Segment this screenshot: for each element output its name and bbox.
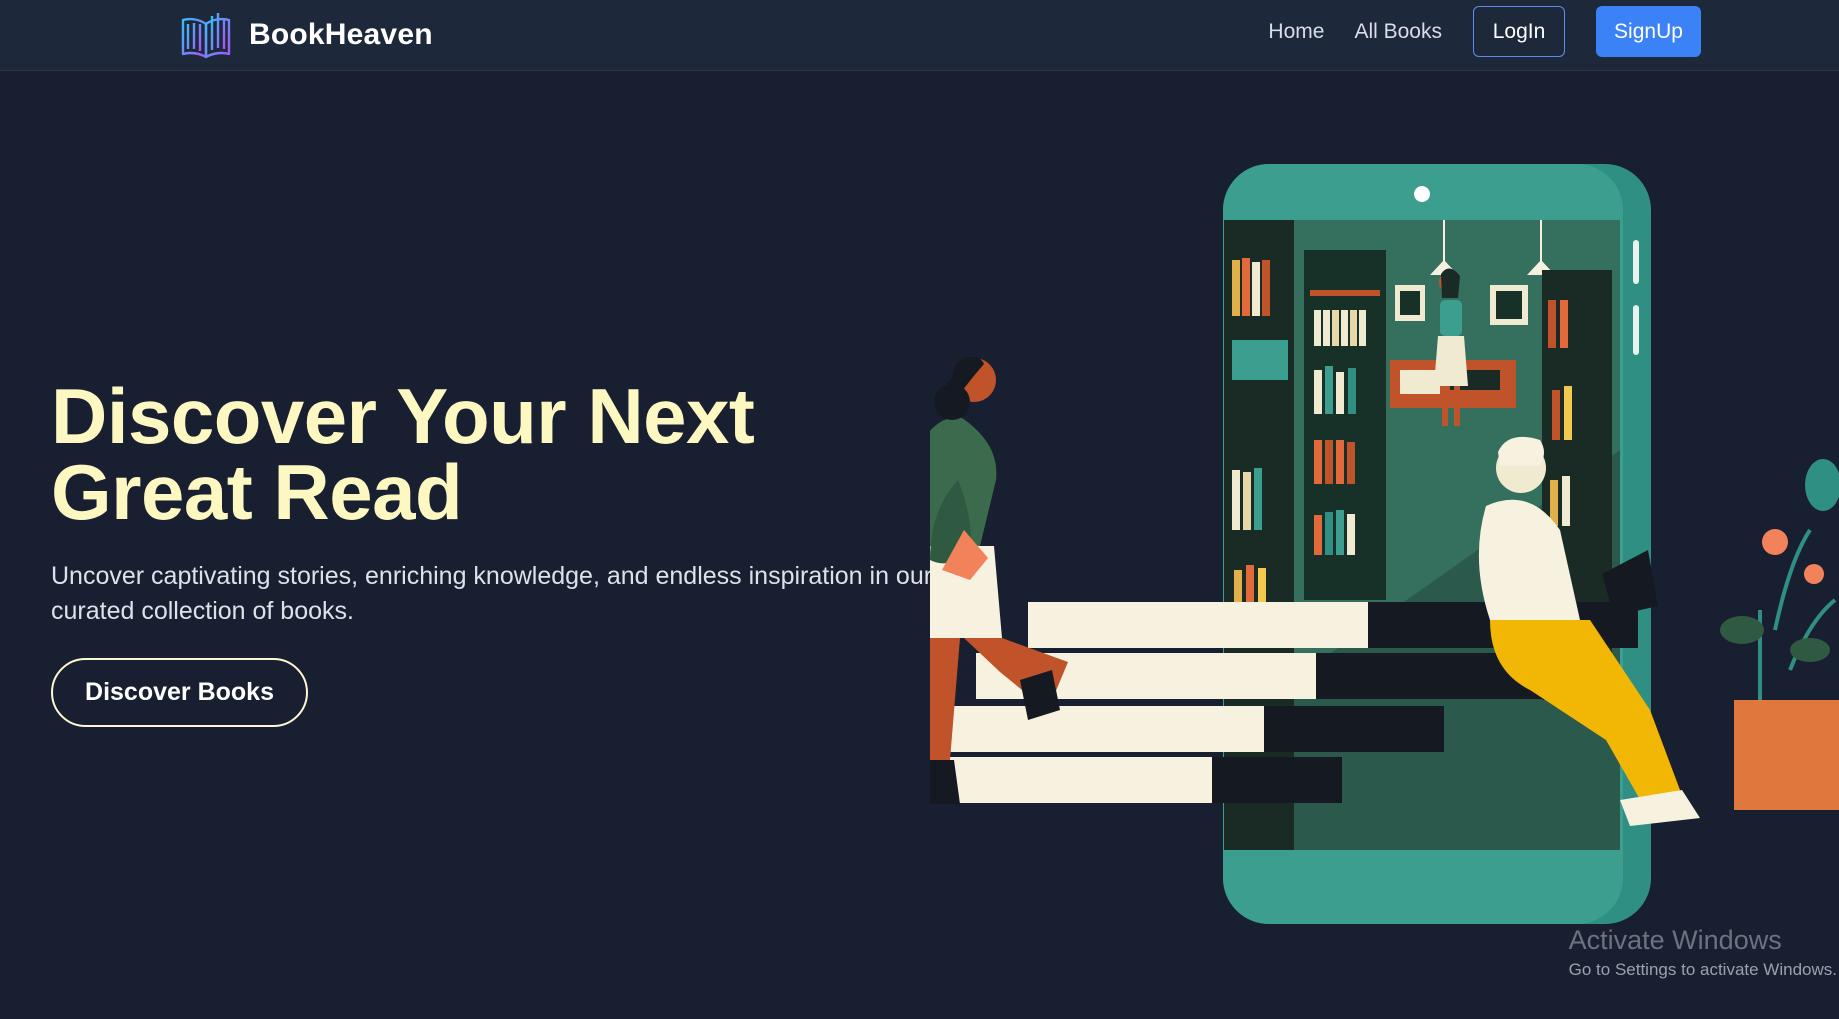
watermark-subtitle: Go to Settings to activate Windows. bbox=[1568, 960, 1837, 979]
signup-button[interactable]: SignUp bbox=[1596, 6, 1701, 57]
watermark-title: Activate Windows bbox=[1568, 925, 1782, 955]
navbar: BookHeaven Home All Books LogIn SignUp bbox=[0, 0, 1839, 71]
reading-library-illustration bbox=[930, 164, 1839, 924]
hero-title: Discover Your Next Great Read bbox=[51, 372, 755, 536]
hero-subtitle: Uncover captivating stories, enriching k… bbox=[51, 562, 933, 625]
brand-name: BookHeaven bbox=[249, 18, 433, 51]
discover-books-button[interactable]: Discover Books bbox=[51, 658, 308, 727]
windows-activation-watermark: Activate Windows Go to Settings to activ… bbox=[1569, 924, 1837, 982]
nav-all-books-link[interactable]: All Books bbox=[1354, 20, 1442, 44]
nav-links: Home All Books LogIn SignUp bbox=[1268, 6, 1701, 57]
login-button[interactable]: LogIn bbox=[1473, 6, 1565, 57]
phone-camera bbox=[1414, 186, 1430, 202]
open-book-icon bbox=[181, 13, 231, 59]
nav-home-link[interactable]: Home bbox=[1268, 20, 1324, 44]
brand-logo[interactable]: BookHeaven bbox=[179, 7, 433, 63]
